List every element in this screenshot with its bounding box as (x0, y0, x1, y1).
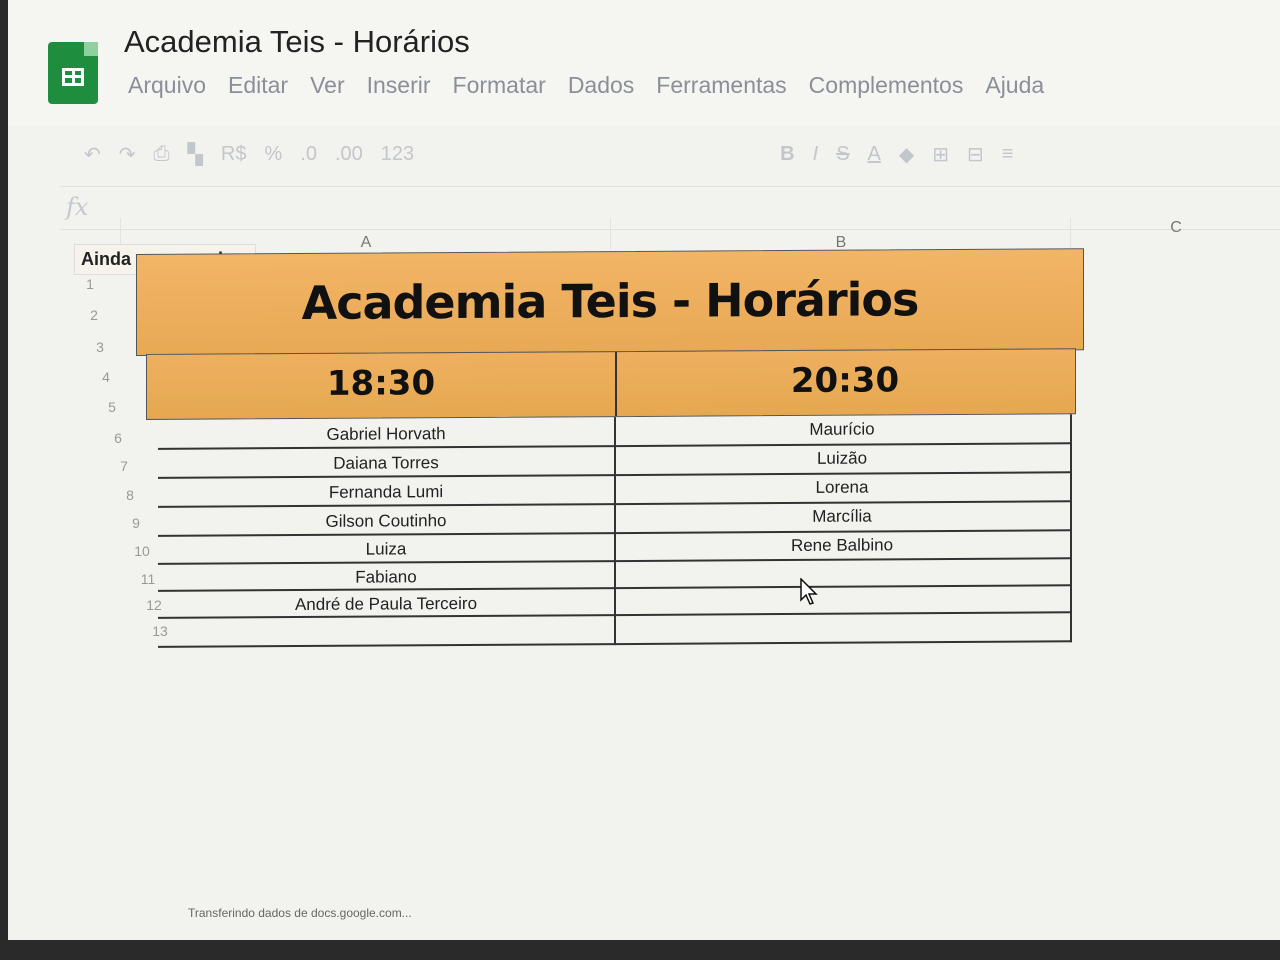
cell-a9[interactable]: Gilson Coutinho (158, 510, 614, 533)
menu-editar[interactable]: Editar (228, 72, 288, 99)
percent-button[interactable]: % (265, 143, 283, 166)
monitor-screen: Academia Teis - Horários Arquivo Editar … (8, 0, 1280, 940)
align-icon[interactable]: ≡ (1002, 143, 1014, 166)
currency-button[interactable]: R$ (221, 143, 247, 166)
cell-b12[interactable] (614, 590, 1070, 593)
menu-ferramentas[interactable]: Ferramentas (656, 72, 786, 99)
time-header-row: 18:30 20:30 (146, 348, 1076, 420)
title-cell[interactable]: Academia Teis - Horários (136, 248, 1084, 356)
cell-b13[interactable] (614, 616, 1070, 619)
cell-a6[interactable]: Gabriel Horvath (158, 423, 614, 446)
row-number[interactable]: 1 (70, 276, 110, 292)
strikethrough-button[interactable]: S (836, 143, 849, 166)
mouse-cursor-icon (800, 578, 818, 605)
cell-b10[interactable]: Rene Balbino (614, 534, 1070, 557)
merge-cells-icon[interactable]: ⊟ (967, 142, 984, 167)
sheet-title: Academia Teis - Horários (301, 272, 919, 330)
toolbar: ↶ ↷ ⎙ ▚ R$ % .0 .00 123 B I S A ◆ ⊞ ⊟ ≡ (84, 136, 1274, 172)
fill-color-icon[interactable]: ◆ (899, 142, 914, 167)
cell-a11[interactable]: Fabiano (158, 566, 614, 589)
menu-inserir[interactable]: Inserir (367, 72, 431, 99)
paint-format-icon[interactable]: ▚ (188, 142, 203, 167)
app-header: Academia Teis - Horários Arquivo Editar … (8, 0, 1280, 125)
menu-dados[interactable]: Dados (568, 72, 634, 99)
row-number[interactable]: 3 (80, 339, 120, 355)
menu-arquivo[interactable]: Arquivo (128, 72, 206, 99)
increase-decimal-button[interactable]: .00 (335, 143, 363, 166)
redo-icon[interactable]: ↷ (119, 142, 136, 167)
row-number[interactable]: 4 (86, 369, 126, 385)
print-icon[interactable]: ⎙ (154, 143, 170, 166)
row-number[interactable]: 6 (98, 430, 138, 446)
undo-icon[interactable]: ↶ (84, 142, 101, 167)
cell-b9[interactable]: Marcília (614, 505, 1070, 528)
cell-b8[interactable]: Lorena (614, 476, 1070, 499)
row-number[interactable]: 2 (74, 307, 114, 323)
menu-complementos[interactable]: Complementos (809, 72, 964, 99)
column-header-c[interactable]: C (1070, 218, 1280, 250)
cell-a8[interactable]: Fernanda Lumi (158, 481, 614, 504)
italic-button[interactable]: I (813, 143, 819, 166)
right-border (1070, 414, 1072, 643)
sheets-logo-icon[interactable] (48, 42, 98, 104)
menu-formatar[interactable]: Formatar (453, 72, 546, 99)
menu-ver[interactable]: Ver (310, 72, 345, 99)
status-text: Transferindo dados de docs.google.com... (188, 906, 412, 920)
decrease-decimal-button[interactable]: .0 (300, 143, 317, 166)
bold-button[interactable]: B (780, 143, 794, 166)
column-header-b[interactable]: B (610, 218, 1071, 251)
cell-a10[interactable]: Luiza (158, 538, 614, 561)
row-number[interactable]: 5 (92, 399, 132, 415)
time-1830[interactable]: 18:30 (147, 362, 615, 405)
more-formats-button[interactable]: 123 (381, 143, 414, 166)
fx-icon: fx (66, 193, 89, 221)
cell-a13[interactable] (158, 619, 614, 622)
cell-b6[interactable]: Maurício (614, 418, 1070, 441)
text-color-button[interactable]: A (868, 143, 881, 166)
cell-a7[interactable]: Daiana Torres (158, 452, 614, 475)
document-title[interactable]: Academia Teis - Horários (124, 24, 470, 60)
cell-b11[interactable] (614, 563, 1070, 566)
cell-a12[interactable]: André de Paula Terceiro (158, 593, 614, 616)
menu-ajuda[interactable]: Ajuda (985, 72, 1044, 99)
schedule-table: Academia Teis - Horários 18:30 20:30 Gab… (136, 248, 1086, 650)
borders-icon[interactable]: ⊞ (932, 142, 949, 167)
cell-b7[interactable]: Luizão (614, 447, 1070, 470)
menu-bar: Arquivo Editar Ver Inserir Formatar Dado… (128, 72, 1044, 99)
time-2030[interactable]: 20:30 (615, 359, 1075, 402)
names-grid: Gabriel Horvath Maurício Daiana Torres L… (158, 414, 1072, 648)
